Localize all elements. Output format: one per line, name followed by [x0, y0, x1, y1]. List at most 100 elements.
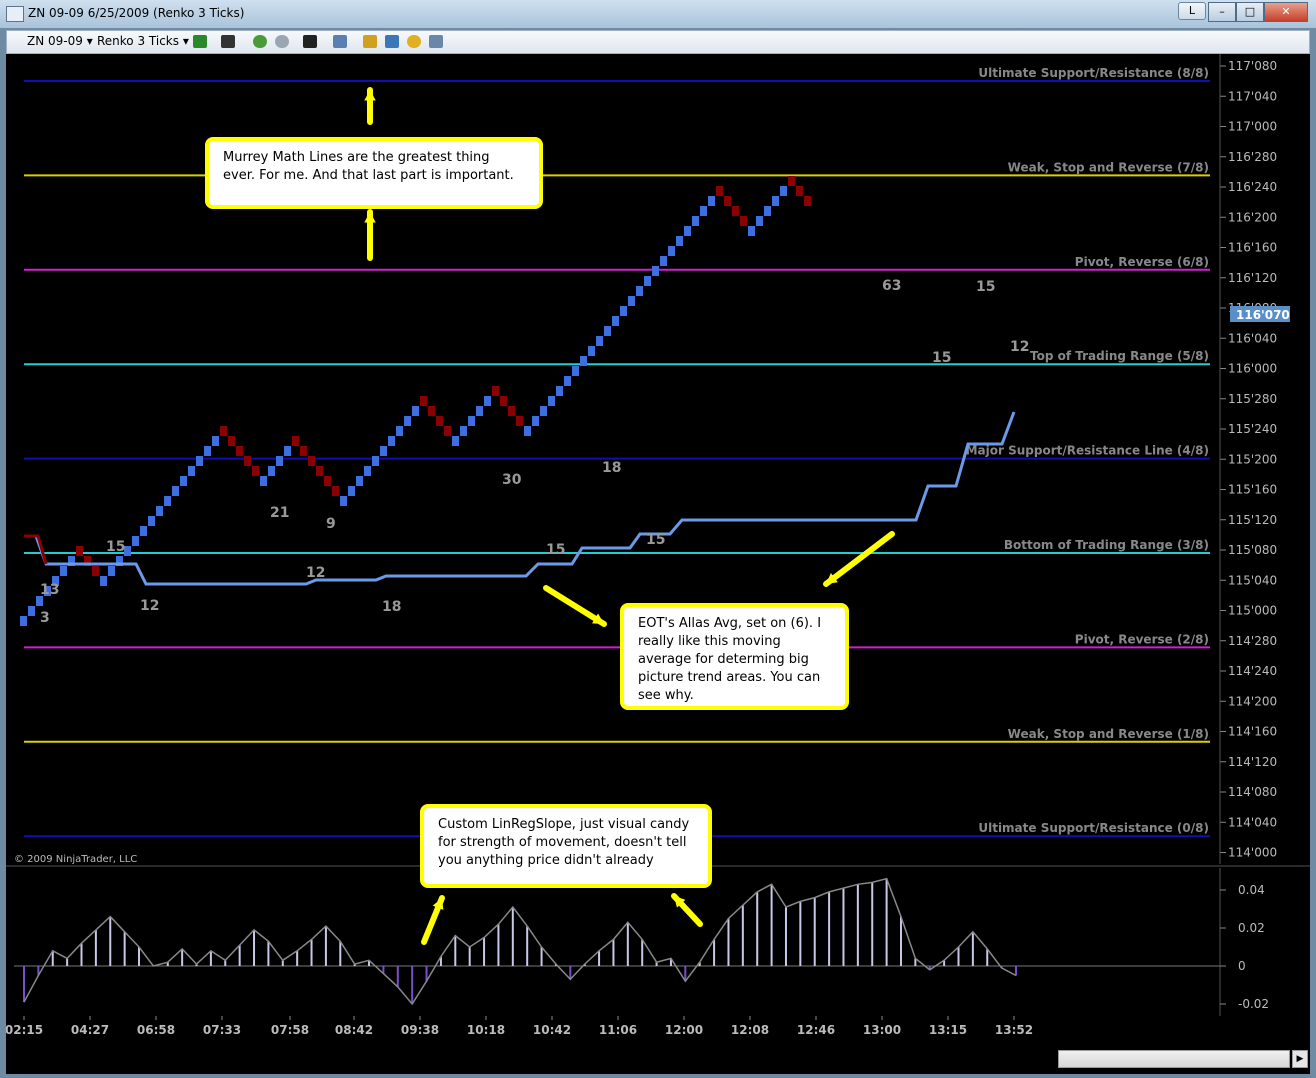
renko-brick: [468, 416, 475, 426]
renko-brick: [700, 206, 707, 216]
renko-brick: [164, 496, 171, 506]
strategies-icon[interactable]: [363, 35, 377, 48]
price-tick-label: 116'200: [1228, 210, 1277, 224]
renko-brick: [660, 256, 667, 266]
renko-brick: [460, 426, 467, 436]
price-tick-label: 116'160: [1228, 241, 1277, 255]
moving-average-down-segment: [24, 534, 48, 565]
time-tick-label: 13:00: [863, 1023, 901, 1037]
renko-brick: [596, 336, 603, 346]
renko-brick: [276, 456, 283, 466]
renko-brick: [756, 216, 763, 226]
renko-brick: [444, 426, 451, 436]
murrey-line-label: Weak, Stop and Reverse (7/8): [1008, 160, 1209, 174]
coin-icon[interactable]: [407, 35, 421, 48]
renko-brick: [740, 216, 747, 226]
zoom-out-icon[interactable]: [275, 35, 289, 48]
renko-brick: [268, 466, 275, 476]
renko-brick: [476, 406, 483, 416]
renko-brick: [372, 456, 379, 466]
chart-toolbar: ZN 09-09 ▾ Renko 3 Ticks ▾: [6, 30, 1310, 54]
chart-area[interactable]: Ultimate Support/Resistance (8/8) Weak, S…: [5, 54, 1310, 1074]
properties-icon[interactable]: [333, 35, 347, 48]
renko-brick: [188, 466, 195, 476]
zoom-in-icon[interactable]: [253, 35, 267, 48]
renko-brick: [140, 526, 147, 536]
renko-brick: [676, 236, 683, 246]
renko-brick: [788, 176, 795, 186]
renko-brick: [156, 506, 163, 516]
price-tick-label: 116'040: [1228, 331, 1277, 345]
instrument-selector[interactable]: ZN 09-09 ▾: [27, 34, 93, 48]
price-tick-label: 117'040: [1228, 89, 1277, 103]
price-tick-label: 115'160: [1228, 483, 1277, 497]
renko-brick: [508, 406, 515, 416]
horizontal-scrollbar[interactable]: [1058, 1050, 1290, 1068]
time-tick-label: 06:58: [137, 1023, 175, 1037]
renko-brick: [28, 606, 35, 616]
indicator-tick-label: 0.02: [1238, 921, 1265, 935]
window-title: ZN 09-09 6/25/2009 (Renko 3 Ticks): [28, 6, 245, 20]
renko-brick: [204, 446, 211, 456]
time-tick-label: 12:46: [797, 1023, 835, 1037]
pencil-icon[interactable]: [221, 35, 235, 48]
renko-brick: [108, 566, 115, 576]
renko-brick: [804, 196, 811, 206]
link-button[interactable]: L: [1178, 2, 1206, 20]
renko-brick: [780, 186, 787, 196]
renko-brick: [540, 406, 547, 416]
indicator-tick-label: 0.04: [1238, 883, 1265, 897]
time-tick-label: 02:15: [6, 1023, 43, 1037]
renko-brick: [492, 386, 499, 396]
renko-brick: [716, 186, 723, 196]
renko-brick: [548, 396, 555, 406]
data-box-icon[interactable]: [429, 35, 443, 48]
price-tick-label: 116'000: [1228, 362, 1277, 376]
chart-app-icon: [6, 6, 24, 22]
crosshair-icon[interactable]: [303, 35, 317, 48]
price-tick-label: 115'000: [1228, 604, 1277, 618]
price-tick-label: 115'280: [1228, 392, 1277, 406]
time-tick-label: 10:42: [533, 1023, 571, 1037]
renko-brick: [612, 316, 619, 326]
price-chart[interactable]: Ultimate Support/Resistance (8/8) Weak, S…: [5, 54, 1310, 1074]
title-bar[interactable]: ZN 09-09 6/25/2009 (Renko 3 Ticks) L – □…: [0, 0, 1316, 28]
maximize-button[interactable]: □: [1236, 2, 1264, 22]
renko-brick: [300, 446, 307, 456]
murrey-line-label: Bottom of Trading Range (3/8): [1004, 538, 1209, 552]
renko-brick: [588, 346, 595, 356]
callout-arrow: [823, 531, 895, 587]
close-button[interactable]: ✕: [1264, 2, 1308, 22]
price-tick-label: 115'120: [1228, 513, 1277, 527]
price-tick-label: 114'040: [1228, 815, 1277, 829]
renko-brick: [404, 416, 411, 426]
swing-label: 18: [382, 599, 401, 615]
renko-brick: [292, 436, 299, 446]
renko-brick: [708, 196, 715, 206]
swing-label: 12: [306, 565, 325, 581]
renko-brick: [796, 186, 803, 196]
swing-label: 15: [106, 539, 125, 555]
renko-brick: [580, 356, 587, 366]
murrey-line-label: Top of Trading Range (5/8): [1030, 349, 1209, 363]
swing-label: 21: [270, 505, 289, 521]
price-tick-label: 116'280: [1228, 150, 1277, 164]
renko-brick: [572, 366, 579, 376]
time-tick-label: 10:18: [467, 1023, 505, 1037]
renko-brick: [396, 426, 403, 436]
renko-brick: [348, 486, 355, 496]
renko-brick: [516, 416, 523, 426]
renko-brick: [420, 396, 427, 406]
renko-brick: [436, 416, 443, 426]
period-selector[interactable]: Renko 3 Ticks ▾: [97, 34, 189, 48]
renko-brick: [452, 436, 459, 446]
renko-brick: [92, 566, 99, 576]
minimize-button[interactable]: –: [1208, 2, 1236, 22]
price-tick-label: 114'280: [1228, 634, 1277, 648]
time-tick-label: 12:00: [665, 1023, 703, 1037]
renko-brick: [412, 406, 419, 416]
scroll-right-arrow[interactable]: ▶: [1292, 1050, 1308, 1068]
indicators-icon[interactable]: [385, 35, 399, 48]
candlestick-icon[interactable]: [193, 35, 207, 48]
renko-brick: [484, 396, 491, 406]
